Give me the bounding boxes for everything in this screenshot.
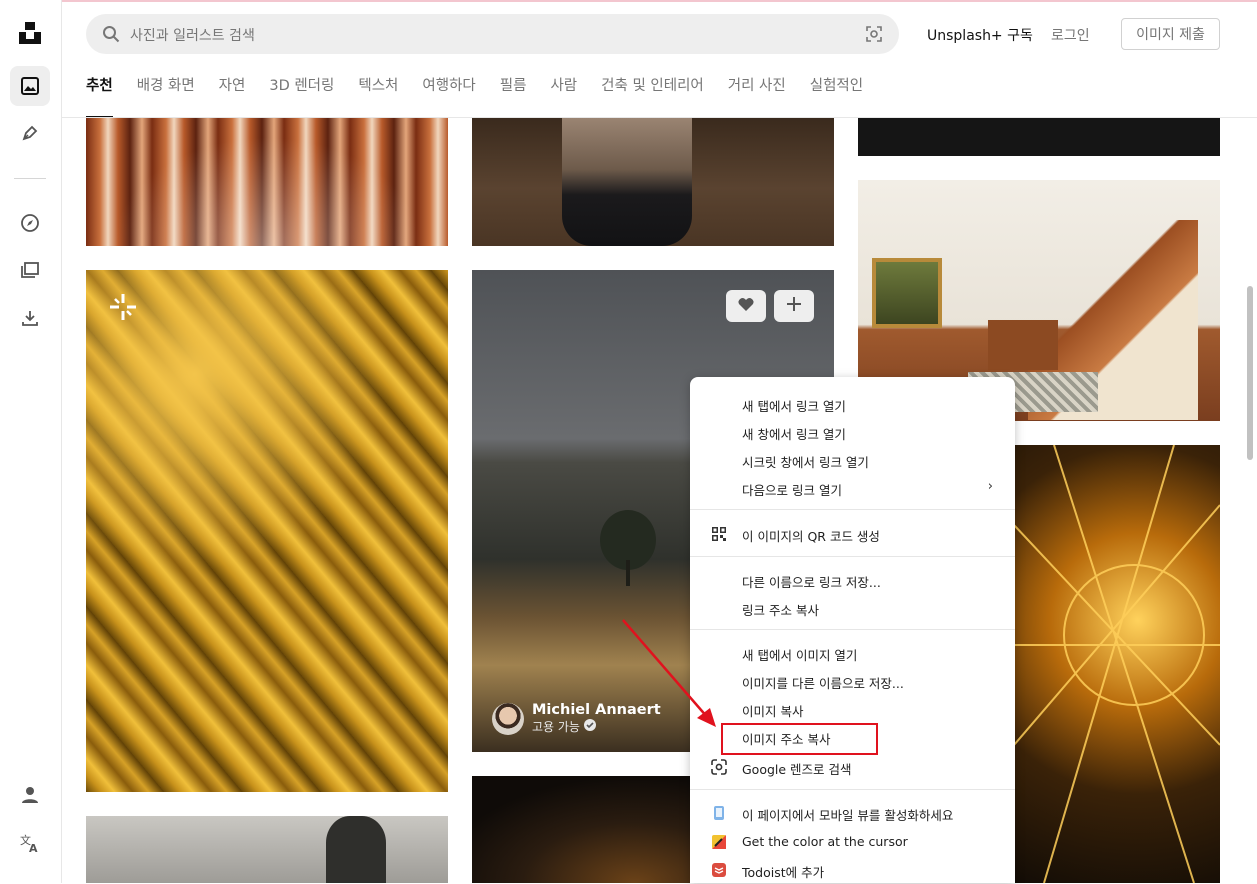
avatar[interactable] <box>492 702 524 735</box>
search-icon <box>102 25 120 47</box>
login-link[interactable]: 로그인 <box>1051 25 1090 45</box>
tab-featured[interactable]: 추천 <box>86 76 113 118</box>
tab-film[interactable]: 필름 <box>500 76 527 118</box>
mobile-view-icon <box>711 805 727 821</box>
menu-open-image-new-tab[interactable]: 새 탭에서 이미지 열기 <box>690 639 1015 667</box>
photo-ferris-wheel[interactable] <box>1014 445 1220 883</box>
svg-text:A: A <box>29 842 38 854</box>
visual-search-icon[interactable] <box>865 25 883 47</box>
tab-architecture-interior[interactable]: 건축 및 인테리어 <box>601 76 704 118</box>
page-scrollbar[interactable] <box>1247 286 1253 460</box>
user-icon[interactable] <box>10 775 50 815</box>
verified-check-icon <box>583 719 596 734</box>
photo-marble-texture[interactable] <box>86 118 448 246</box>
menu-save-link-as[interactable]: 다른 이름으로 링크 저장... <box>690 566 1015 594</box>
menu-add-to-todoist[interactable]: Todoist에 추가 <box>690 856 1015 884</box>
qr-code-icon <box>711 526 727 542</box>
menu-get-color-at-cursor[interactable]: Get the color at the cursor <box>690 828 1015 856</box>
todoist-icon <box>711 862 727 878</box>
menu-divider <box>690 629 1015 630</box>
submit-image-button[interactable]: 이미지 제출 <box>1121 18 1220 50</box>
context-menu: 새 탭에서 링크 열기 새 창에서 링크 열기 시크릿 창에서 링크 열기 다음… <box>690 377 1015 883</box>
tab-wallpapers[interactable]: 배경 화면 <box>137 76 195 118</box>
tab-street-photography[interactable]: 거리 사진 <box>728 76 786 118</box>
category-tabs: 추천 배경 화면 자연 3D 렌더링 텍스처 여행하다 필름 사람 건축 및 인… <box>86 76 887 118</box>
menu-search-google-lens[interactable]: Google 렌즈로 검색 <box>690 753 1015 781</box>
tab-experimental[interactable]: 실험적인 <box>810 76 863 118</box>
top-accent-line <box>0 0 1257 2</box>
explore-compass-icon[interactable] <box>10 203 50 243</box>
menu-copy-image[interactable]: 이미지 복사 <box>690 695 1015 723</box>
rail-divider <box>14 178 46 179</box>
menu-create-qr-code[interactable]: 이 이미지의 QR 코드 생성 <box>690 520 1015 548</box>
menu-divider <box>690 509 1015 510</box>
tab-textures[interactable]: 텍스처 <box>358 76 398 118</box>
unsplash-logo-icon[interactable] <box>10 13 50 53</box>
menu-open-link-incognito[interactable]: 시크릿 창에서 링크 열기 <box>690 446 1015 474</box>
highlight-box <box>721 723 878 755</box>
menu-save-image-as[interactable]: 이미지를 다른 이름으로 저장... <box>690 667 1015 695</box>
tab-travel[interactable]: 여행하다 <box>422 76 475 118</box>
download-icon[interactable] <box>10 298 50 338</box>
illustrations-pen-icon[interactable] <box>10 113 50 153</box>
photo-author[interactable]: Michiel Annaert 고용 가능 <box>492 702 661 735</box>
author-name[interactable]: Michiel Annaert <box>532 702 661 718</box>
search-bar[interactable]: 사진과 일러스트 검색 <box>86 14 899 54</box>
chevron-right-icon: › <box>987 479 993 494</box>
photo-dark[interactable] <box>858 118 1220 156</box>
photo-trees[interactable] <box>86 816 448 883</box>
language-icon[interactable]: 文A <box>10 823 50 863</box>
menu-open-link-as[interactable]: 다음으로 링크 열기 › <box>690 474 1015 502</box>
menu-divider <box>690 789 1015 790</box>
plus-icon <box>786 296 802 316</box>
heart-icon <box>737 296 755 316</box>
search-input[interactable]: 사진과 일러스트 검색 <box>130 25 255 45</box>
add-to-collection-button[interactable] <box>774 290 814 322</box>
menu-open-link-new-tab[interactable]: 새 탭에서 링크 열기 <box>690 390 1015 418</box>
like-button[interactable] <box>726 290 766 322</box>
photos-nav-icon[interactable] <box>10 66 50 106</box>
menu-open-link-new-window[interactable]: 새 창에서 링크 열기 <box>690 418 1015 446</box>
menu-divider <box>690 556 1015 557</box>
tab-nature[interactable]: 자연 <box>219 76 246 118</box>
tab-people[interactable]: 사람 <box>550 76 577 118</box>
collections-icon[interactable] <box>10 250 50 290</box>
photo-person-field[interactable] <box>472 118 834 246</box>
photo-gold-glitter[interactable] <box>86 270 448 792</box>
color-picker-icon <box>711 834 727 850</box>
hire-status: 고용 가능 <box>532 720 580 734</box>
tab-3d-renders[interactable]: 3D 렌더링 <box>269 76 334 118</box>
menu-enable-mobile-view[interactable]: 이 페이지에서 모바일 뷰를 활성화하세요 <box>690 799 1015 827</box>
left-sidebar: 文A <box>0 0 62 883</box>
subscribe-link[interactable]: Unsplash+ 구독 <box>927 25 1033 45</box>
google-lens-icon <box>711 759 727 775</box>
menu-copy-link-address[interactable]: 링크 주소 복사 <box>690 594 1015 622</box>
plus-sparkle-icon <box>108 292 138 326</box>
